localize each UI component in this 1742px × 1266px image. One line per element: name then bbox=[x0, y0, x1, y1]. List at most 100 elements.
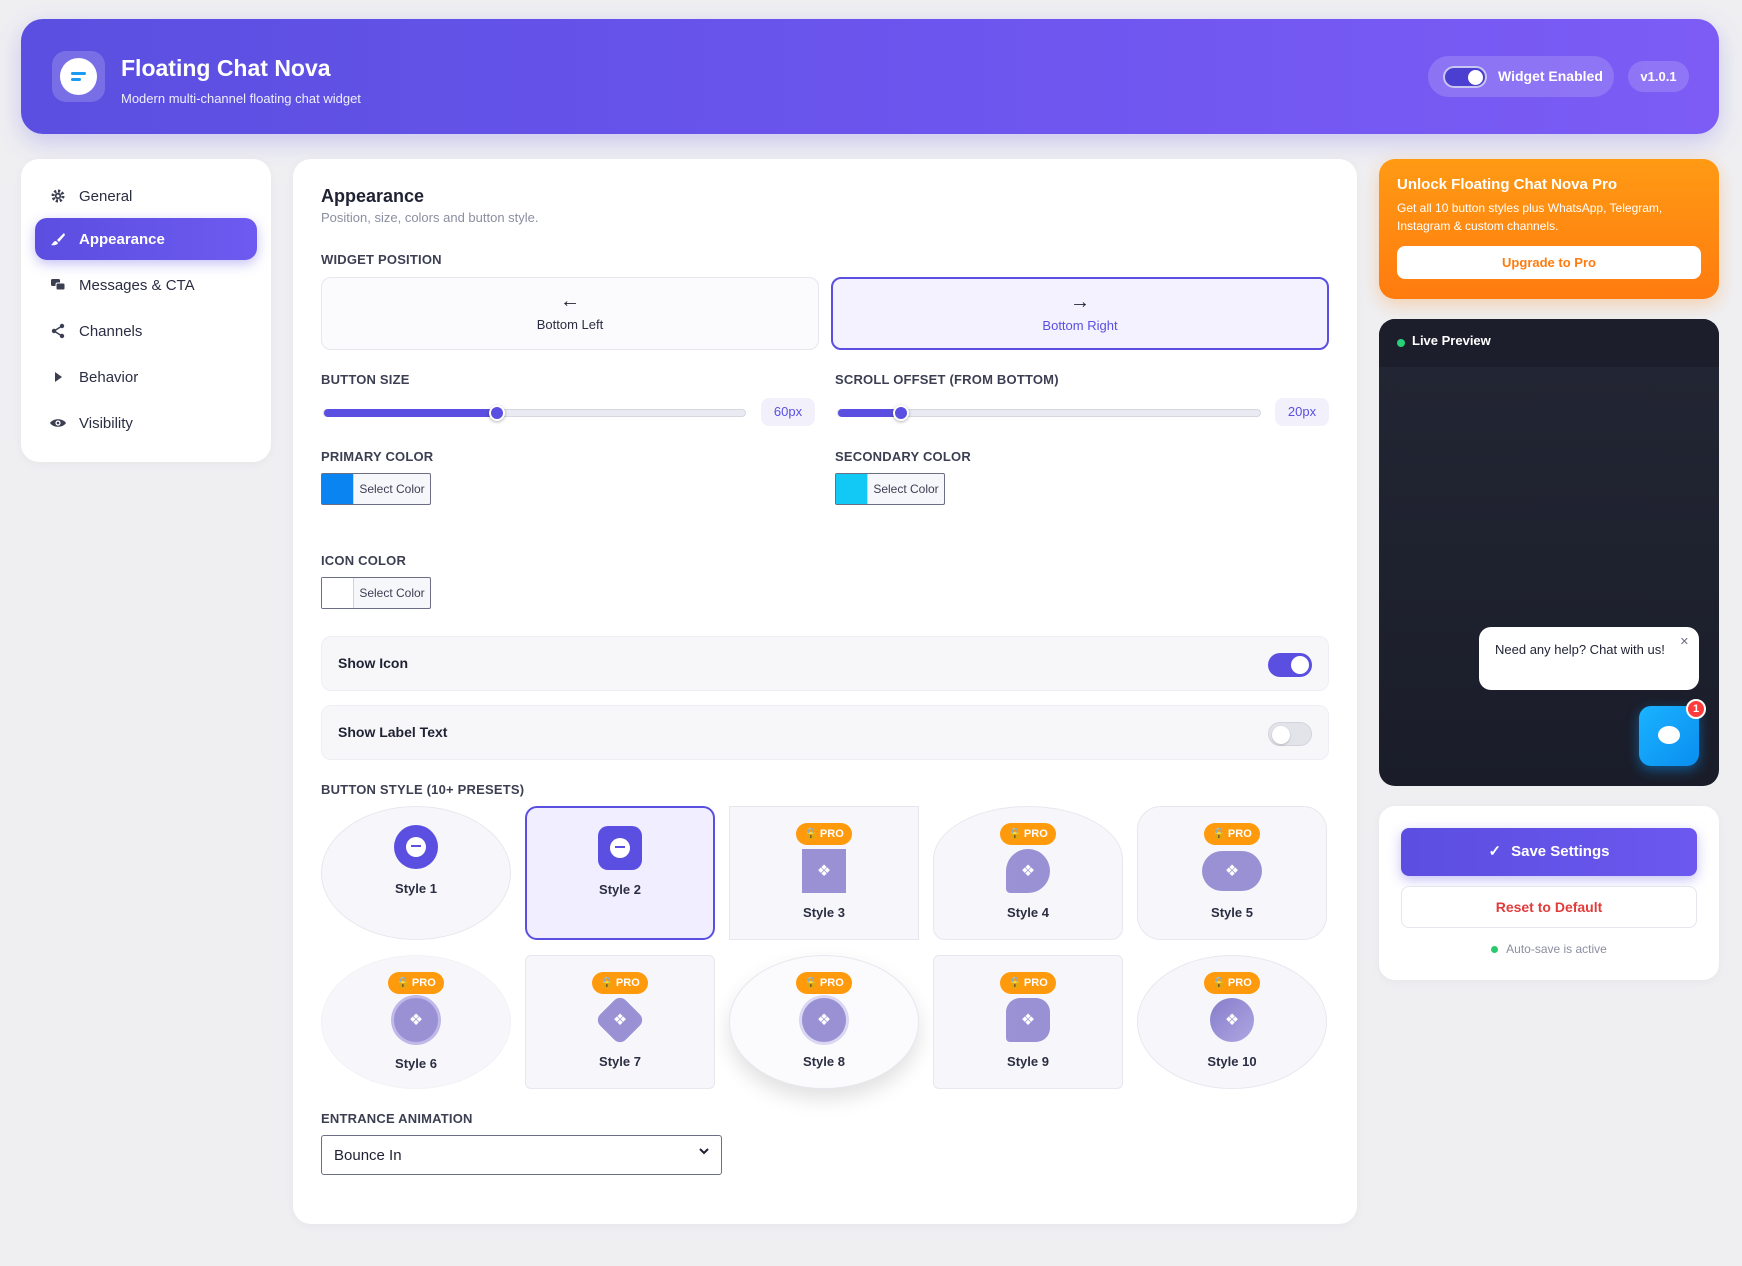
settings-sidebar: General Appearance Messages & CTA Channe… bbox=[21, 159, 271, 462]
promo-title: Unlock Floating Chat Nova Pro bbox=[1397, 176, 1618, 193]
style-option-9[interactable]: 🔒 PRO ❖ Style 9 bbox=[933, 955, 1123, 1089]
select-color-label: Select Color bbox=[353, 578, 430, 608]
primary-color-label: PRIMARY COLOR bbox=[321, 449, 434, 464]
check-icon: ✓ bbox=[1488, 843, 1502, 860]
position-label: Bottom Right bbox=[1042, 318, 1118, 333]
live-status-dot bbox=[1397, 339, 1405, 347]
widget-position-label: WIDGET POSITION bbox=[321, 252, 442, 267]
show-label-text-toggle[interactable] bbox=[1268, 722, 1312, 746]
preview-chat-button[interactable]: 1 bbox=[1639, 699, 1706, 766]
show-label-text-label: Show Label Text bbox=[338, 724, 448, 740]
chat-icon bbox=[1658, 726, 1680, 744]
lock-icon: 🔒 bbox=[1008, 977, 1022, 989]
chat-icon: ❖ bbox=[1006, 998, 1050, 1042]
pro-badge: 🔒 PRO bbox=[1000, 823, 1056, 845]
arrow-right-icon: → bbox=[1070, 291, 1090, 313]
style-option-4[interactable]: 🔒 PRO ❖ Style 4 bbox=[933, 806, 1123, 940]
style-option-7[interactable]: 🔒 PRO ❖ Style 7 bbox=[525, 955, 715, 1089]
pro-badge: 🔒 PRO bbox=[1204, 823, 1260, 845]
style-name: Style 7 bbox=[599, 1054, 641, 1069]
style-option-1[interactable]: Style 1 bbox=[321, 806, 511, 940]
pro-badge: 🔒 PRO bbox=[388, 972, 444, 994]
position-label: Bottom Left bbox=[536, 317, 604, 332]
lock-icon: 🔒 bbox=[804, 828, 818, 840]
show-icon-toggle[interactable] bbox=[1268, 653, 1312, 677]
live-preview-panel: Live Preview Need any help? Chat with us… bbox=[1379, 319, 1719, 786]
style-name: Style 6 bbox=[395, 1056, 437, 1071]
lock-icon: 🔒 bbox=[396, 977, 410, 989]
style-name: Style 3 bbox=[803, 905, 845, 920]
promo-description: Get all 10 button styles plus WhatsApp, … bbox=[1397, 201, 1663, 233]
icon-color-label: ICON COLOR bbox=[321, 553, 407, 568]
position-bottom-right[interactable]: → Bottom Right bbox=[831, 277, 1329, 350]
style-option-10[interactable]: 🔒 PRO ❖ Style 10 bbox=[1137, 955, 1327, 1089]
sidebar-item-general[interactable]: General bbox=[35, 175, 257, 217]
slider-handle[interactable] bbox=[893, 405, 910, 421]
lock-icon: 🔒 bbox=[1008, 828, 1022, 840]
select-color-label: Select Color bbox=[353, 474, 430, 504]
chat-icon bbox=[394, 825, 438, 869]
scroll-offset-slider[interactable] bbox=[837, 405, 1261, 421]
sidebar-item-behavior[interactable]: Behavior bbox=[35, 356, 257, 398]
style-name: Style 5 bbox=[1211, 905, 1253, 920]
close-icon[interactable]: ✕ bbox=[1680, 635, 1689, 648]
style-option-6[interactable]: 🔒 PRO ❖ Style 6 bbox=[321, 955, 511, 1089]
slider-fill bbox=[324, 409, 497, 417]
chat-icon: ❖ bbox=[802, 998, 846, 1042]
color-swatch bbox=[836, 474, 867, 504]
chat-icon bbox=[598, 826, 642, 870]
widget-enabled-toggle[interactable]: Widget Enabled bbox=[1428, 56, 1614, 97]
reset-to-default-button[interactable]: Reset to Default bbox=[1401, 886, 1697, 928]
style-name: Style 1 bbox=[395, 881, 437, 896]
widget-enabled-switch[interactable] bbox=[1443, 66, 1487, 88]
arrow-left-icon: ← bbox=[560, 290, 580, 312]
sidebar-item-visibility[interactable]: Visibility bbox=[35, 402, 257, 444]
notification-badge: 1 bbox=[1686, 699, 1706, 719]
chat-icon: ❖ bbox=[1210, 998, 1254, 1042]
widget-enabled-label: Widget Enabled bbox=[1498, 68, 1603, 84]
style-option-3[interactable]: 🔒 PRO ❖ Style 3 bbox=[729, 806, 919, 940]
pro-badge: 🔒 PRO bbox=[1000, 972, 1056, 994]
section-subtitle: Position, size, colors and button style. bbox=[321, 210, 539, 225]
position-bottom-left[interactable]: ← Bottom Left bbox=[321, 277, 819, 350]
color-swatch bbox=[322, 578, 353, 608]
save-settings-button[interactable]: ✓ Save Settings bbox=[1401, 828, 1697, 876]
style-name: Style 4 bbox=[1007, 905, 1049, 920]
actions-card: ✓ Save Settings Reset to Default Auto-sav… bbox=[1379, 806, 1719, 980]
autosave-label: Auto-save is active bbox=[1506, 942, 1607, 956]
style-option-2[interactable]: Style 2 bbox=[525, 806, 715, 940]
pro-badge: 🔒 PRO bbox=[796, 972, 852, 994]
app-title: Floating Chat Nova bbox=[121, 55, 331, 81]
app-logo bbox=[52, 51, 105, 102]
autosave-dot bbox=[1491, 946, 1499, 954]
sidebar-item-messages[interactable]: Messages & CTA bbox=[35, 264, 257, 306]
entrance-animation-label: ENTRANCE ANIMATION bbox=[321, 1111, 473, 1126]
secondary-color-picker[interactable]: Select Color bbox=[835, 473, 945, 505]
slider-handle[interactable] bbox=[488, 405, 505, 421]
entrance-animation-select[interactable]: Bounce In bbox=[321, 1135, 722, 1175]
sidebar-item-label: Visibility bbox=[79, 414, 133, 432]
sidebar-item-channels[interactable]: Channels bbox=[35, 310, 257, 352]
chevron-down-icon bbox=[697, 1144, 711, 1161]
style-option-5[interactable]: 🔒 PRO ❖ Style 5 bbox=[1137, 806, 1327, 940]
upgrade-to-pro-button[interactable]: Upgrade to Pro bbox=[1397, 246, 1701, 279]
preview-chat-bubble: Need any help? Chat with us! ✕ bbox=[1479, 627, 1699, 690]
primary-color-picker[interactable]: Select Color bbox=[321, 473, 431, 505]
pro-badge: 🔒 PRO bbox=[1204, 972, 1260, 994]
gear-icon bbox=[49, 187, 67, 205]
button-size-slider[interactable] bbox=[323, 405, 746, 421]
style-name: Style 9 bbox=[1007, 1054, 1049, 1069]
brush-icon bbox=[49, 230, 67, 248]
select-color-label: Select Color bbox=[867, 474, 944, 504]
secondary-color-label: SECONDARY COLOR bbox=[835, 449, 971, 464]
sidebar-item-label: General bbox=[79, 187, 133, 205]
lock-icon: 🔒 bbox=[804, 977, 818, 989]
lock-icon: 🔒 bbox=[600, 977, 614, 989]
autosave-status: Auto-save is active bbox=[1379, 942, 1719, 956]
icon-color-picker[interactable]: Select Color bbox=[321, 577, 431, 609]
sidebar-item-label: Messages & CTA bbox=[79, 276, 195, 294]
style-option-8[interactable]: 🔒 PRO ❖ Style 8 bbox=[729, 955, 919, 1089]
sidebar-item-appearance[interactable]: Appearance bbox=[35, 218, 257, 260]
color-swatch bbox=[322, 474, 353, 504]
show-icon-row: Show Icon bbox=[321, 636, 1329, 691]
